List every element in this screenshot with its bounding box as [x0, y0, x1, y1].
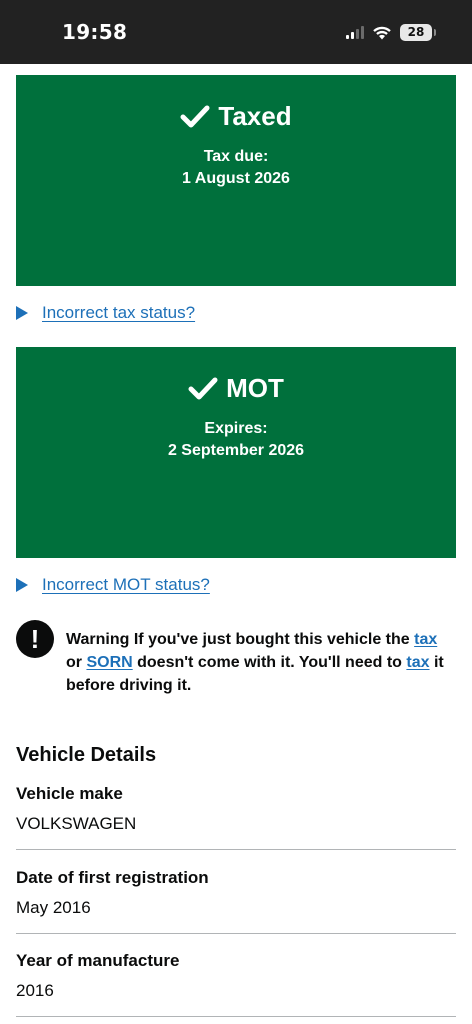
divider	[16, 933, 456, 934]
warning-text-part: Warning If you've just bought this vehic…	[66, 631, 415, 648]
detail-value: May 2016	[16, 898, 91, 917]
expand-triangle-icon	[16, 306, 28, 320]
vehicle-details-heading: Vehicle Details	[16, 744, 157, 766]
battery-icon: 28	[400, 23, 436, 41]
tax-due-label: Tax due:	[203, 148, 269, 165]
tax-link[interactable]: tax	[414, 631, 437, 648]
tax-status-panel: Taxed Tax due: 1 August 2026	[16, 75, 456, 286]
incorrect-mot-status-text[interactable]: Incorrect MOT status?	[42, 575, 210, 595]
checkmark-icon	[188, 377, 218, 399]
tax-due-date: 1 August 2026	[182, 170, 290, 187]
detail-row-vehicle-make: Vehicle make VOLKSWAGEN	[16, 784, 456, 834]
incorrect-tax-status-link[interactable]: Incorrect tax status?	[16, 303, 195, 323]
tax-status-title: Taxed	[16, 101, 456, 132]
cellular-signal-icon	[346, 25, 364, 39]
mot-expiry-date: 2 September 2026	[167, 442, 305, 459]
status-time: 19:58	[62, 20, 128, 44]
detail-row-first-registration: Date of first registration May 2016	[16, 868, 456, 918]
divider	[16, 1016, 456, 1017]
warning-icon: !	[16, 620, 54, 658]
warning-text-part: doesn't come with it. You'll need to	[132, 654, 407, 671]
detail-row-year-of-manufacture: Year of manufacture 2016	[16, 951, 456, 1001]
mot-expires-label: Expires:	[204, 420, 268, 437]
detail-value: VOLKSWAGEN	[16, 814, 137, 833]
checkmark-icon	[180, 105, 210, 127]
divider	[16, 849, 456, 850]
incorrect-tax-status-text[interactable]: Incorrect tax status?	[42, 303, 195, 323]
mot-status-title: MOT	[16, 373, 456, 404]
detail-label: Date of first registration	[16, 868, 209, 887]
tax-status-label: Taxed	[218, 101, 292, 131]
status-icons: 28	[346, 22, 436, 42]
wifi-icon	[373, 26, 391, 39]
detail-value: 2016	[16, 981, 54, 1000]
mot-status-panel: MOT Expires: 2 September 2026	[16, 347, 456, 558]
sorn-link[interactable]: SORN	[86, 654, 132, 671]
mot-status-label: MOT	[226, 373, 284, 403]
expand-triangle-icon	[16, 578, 28, 592]
tax-link[interactable]: tax	[406, 654, 429, 671]
warning-text-part: or	[66, 654, 87, 671]
incorrect-mot-status-link[interactable]: Incorrect MOT status?	[16, 575, 210, 595]
detail-label: Vehicle make	[16, 784, 123, 803]
warning-text: Warning If you've just bought this vehic…	[66, 628, 456, 697]
detail-label: Year of manufacture	[16, 951, 180, 970]
status-bar: 19:58 28	[0, 0, 472, 64]
